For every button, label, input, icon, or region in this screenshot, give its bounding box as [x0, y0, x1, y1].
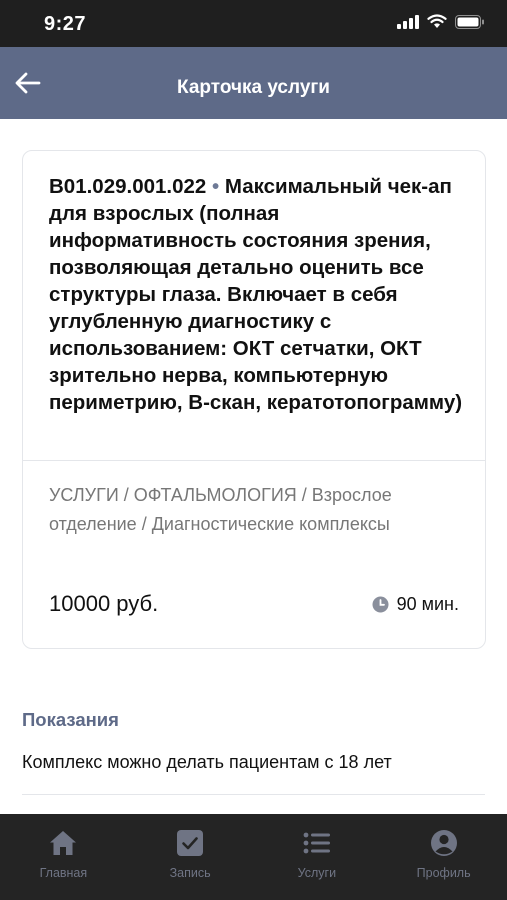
title-separator: •: [212, 175, 220, 198]
nav-header: Карточка услуги: [0, 47, 507, 119]
service-duration: 90 мин.: [372, 594, 459, 615]
service-title: B01.029.001.022 • Максимальный чек-ап дл…: [49, 173, 469, 416]
checkbox-icon: [175, 828, 205, 858]
tab-profile[interactable]: Профиль: [380, 814, 507, 900]
tab-home-label: Главная: [39, 866, 88, 880]
list-icon: [302, 828, 332, 858]
service-name: Максимальный чек-ап для взрослых (полная…: [49, 175, 463, 414]
profile-icon: [429, 828, 459, 858]
section-divider: [22, 794, 485, 795]
home-icon: [48, 828, 78, 858]
service-price: 10000 руб.: [49, 591, 159, 616]
page-title: Карточка услуги: [177, 77, 330, 98]
tab-home[interactable]: Главная: [0, 814, 127, 900]
service-card: B01.029.001.022 • Максимальный чек-ап дл…: [22, 150, 486, 649]
indications-title: Показания: [22, 709, 119, 730]
card-divider: [23, 460, 485, 461]
status-bar: 9:27: [0, 0, 507, 47]
tab-booking[interactable]: Запись: [127, 814, 254, 900]
signal-icon: [397, 14, 419, 29]
status-time: 9:27: [44, 13, 87, 35]
duration-label: 90 мин.: [396, 594, 459, 614]
service-category-path: УСЛУГИ / ОФТАЛЬМОЛОГИЯ / Взрослое отделе…: [49, 485, 392, 534]
status-icons: [397, 14, 485, 29]
tab-services-label: Услуги: [297, 866, 337, 880]
indications-text: Комплекс можно делать пациентам с 18 лет: [22, 752, 392, 772]
tab-bar: Главная Запись Услуги Профиль: [0, 814, 507, 900]
tab-booking-label: Запись: [169, 866, 211, 880]
tab-profile-label: Профиль: [416, 866, 471, 880]
battery-icon: [455, 14, 484, 29]
wifi-icon: [427, 14, 447, 28]
clock-icon: [372, 596, 389, 613]
tab-services[interactable]: Услуги: [254, 814, 381, 900]
service-code: B01.029.001.022: [49, 175, 207, 198]
